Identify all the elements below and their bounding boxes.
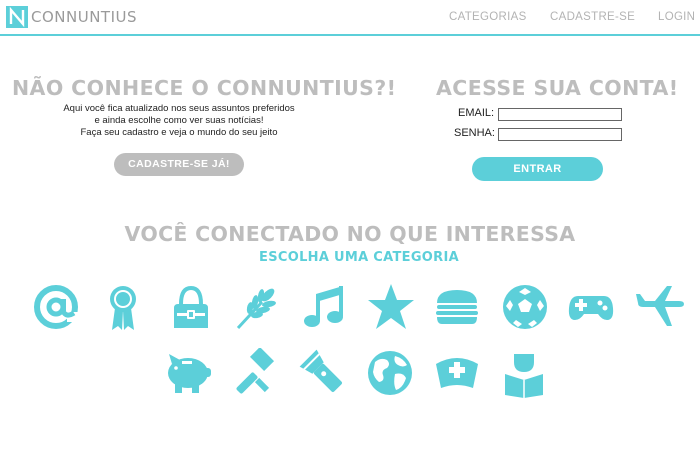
category-travel[interactable] <box>635 282 685 332</box>
category-soccer[interactable] <box>500 282 550 332</box>
airplane-icon <box>636 286 684 326</box>
category-health[interactable] <box>432 348 482 398</box>
flashlight-icon <box>299 349 342 392</box>
logo-text: CONNUNTIUS <box>31 8 138 26</box>
piggy-bank-icon <box>168 354 211 393</box>
promo-title: NÃO CONHECE O CONNUNTIUS?! <box>12 76 397 100</box>
globe-icon <box>368 351 412 395</box>
gamepad-icon <box>568 296 614 320</box>
category-world[interactable] <box>365 348 415 398</box>
category-games[interactable] <box>566 282 616 332</box>
category-award[interactable] <box>98 282 148 332</box>
email-field[interactable] <box>498 108 622 121</box>
email-label: EMAIL: <box>458 107 495 119</box>
category-food[interactable] <box>432 282 482 332</box>
promo-line-2: e ainda escolhe como ver suas notícias! <box>94 115 264 126</box>
password-label: SENHA: <box>454 127 495 139</box>
promo-line-3: Faça seu cadastro e veja o mundo do seu … <box>80 127 278 138</box>
category-at-sign[interactable] <box>31 282 81 332</box>
star-icon <box>368 284 414 329</box>
award-ribbon-icon <box>110 286 136 330</box>
burger-icon <box>436 290 478 324</box>
top-header: CONNUNTIUS CATEGORIAS CADASTRE-SE LOGIN <box>0 0 700 36</box>
header-divider <box>0 34 700 36</box>
logo-mark-icon <box>6 6 28 28</box>
category-finance[interactable] <box>164 348 214 398</box>
login-submit-button[interactable]: ENTRAR <box>472 157 603 181</box>
category-education[interactable] <box>499 348 549 398</box>
category-agriculture[interactable] <box>232 282 282 332</box>
music-note-icon <box>304 286 343 327</box>
reader-icon <box>505 354 543 398</box>
soccer-ball-icon <box>503 285 547 329</box>
section-title: VOCÊ CONECTADO NO QUE INTERESSA <box>124 222 576 246</box>
nurse-cap-icon <box>436 358 478 388</box>
category-music[interactable] <box>299 282 349 332</box>
promo-line-1: Aqui você fica atualizado nos seus assun… <box>63 103 295 114</box>
nav-categories-link[interactable]: CATEGORIAS <box>449 11 527 23</box>
register-now-button[interactable]: CADASTRE-SE JÁ! <box>114 153 244 176</box>
at-sign-icon <box>34 285 81 329</box>
handbag-icon <box>174 285 208 328</box>
category-tech[interactable] <box>298 348 348 398</box>
password-field[interactable] <box>498 128 622 141</box>
category-star[interactable] <box>366 282 416 332</box>
wheat-icon <box>236 288 276 330</box>
category-handbag[interactable] <box>166 282 216 332</box>
category-tools[interactable] <box>231 348 281 398</box>
login-title: ACESSE SUA CONTA! <box>436 76 679 100</box>
nav-register-link[interactable]: CADASTRE-SE <box>550 11 635 23</box>
hammer-icon <box>236 348 275 394</box>
nav-login-link[interactable]: LOGIN <box>658 11 695 23</box>
section-subtitle: ESCOLHA UMA CATEGORIA <box>259 250 459 265</box>
logo[interactable]: CONNUNTIUS <box>6 6 137 28</box>
